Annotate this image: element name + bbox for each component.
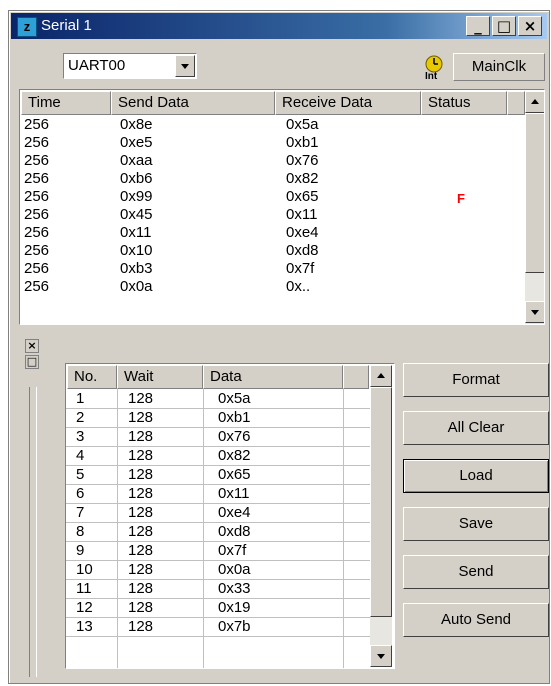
table-row[interactable]: 4 128 0x82 (66, 447, 370, 466)
table-row[interactable]: 5 128 0x65 (66, 466, 370, 485)
log-header-receive[interactable]: Receive Data (275, 91, 421, 115)
table-header-filler (343, 365, 369, 389)
serial-log-list[interactable]: Time Send Data Receive Data Status 256 0x… (19, 89, 545, 325)
table-scrollbar[interactable] (370, 365, 392, 667)
table-header-wait[interactable]: Wait (117, 365, 203, 389)
app-z-icon: z (17, 17, 37, 37)
log-row[interactable]: 256 0x10 0xd8 (24, 242, 524, 260)
table-scroll-down-button[interactable] (370, 645, 392, 667)
log-row[interactable]: 256 0x99 0x65 F (24, 188, 524, 206)
log-header-filler (507, 91, 525, 115)
load-button[interactable]: Load (403, 459, 549, 493)
maximize-button[interactable]: □ (492, 16, 516, 36)
table-row[interactable]: 11 128 0x33 (66, 580, 370, 599)
table-row[interactable]: 13 128 0x7b (66, 618, 370, 637)
clock-icon[interactable]: Int (423, 55, 445, 83)
log-row[interactable]: 256 0x0a 0x.. (24, 278, 524, 296)
log-row[interactable]: 256 0x11 0xe4 (24, 224, 524, 242)
scroll-down-icon (531, 310, 539, 315)
dropdown-button[interactable] (175, 55, 195, 77)
log-row[interactable]: 256 0x45 0x11 (24, 206, 524, 224)
scroll-down-button[interactable] (525, 301, 544, 323)
auto-send-button[interactable]: Auto Send (403, 603, 549, 637)
toolbar: UART00 Int MainClk (11, 41, 547, 85)
send-data-table[interactable]: No. Wait Data 1 128 0x5a 2 128 0xb1 3 128 0x76… (65, 363, 395, 669)
table-row[interactable]: 1 128 0x5a (66, 390, 370, 409)
table-row[interactable]: 7 128 0xe4 (66, 504, 370, 523)
log-header-status[interactable]: Status (421, 91, 507, 115)
port-select[interactable]: UART00 (63, 53, 197, 79)
table-row[interactable]: 3 128 0x76 (66, 428, 370, 447)
scroll-up-icon (531, 99, 539, 104)
minimize-button[interactable]: _ (466, 16, 490, 36)
scroll-up-icon (377, 373, 385, 378)
serial-window: z Serial 1 _ □ × UART00 Int MainClk Time… (8, 10, 550, 684)
clock-source-label: Int (425, 71, 438, 82)
send-button[interactable]: Send (403, 555, 549, 589)
send-panel: × □ No. Wait Data 1 128 0x5a 2 128 0xb1 3 128… (19, 329, 549, 681)
table-header-data[interactable]: Data (203, 365, 343, 389)
save-button[interactable]: Save (403, 507, 549, 541)
all-clear-button[interactable]: All Clear (403, 411, 549, 445)
log-row[interactable]: 256 0x8e 0x5a (24, 116, 524, 134)
log-scrollbar[interactable] (525, 91, 544, 324)
panel-close-button[interactable]: × (25, 339, 39, 353)
table-row[interactable]: 10 128 0x0a (66, 561, 370, 580)
panel-restore-button[interactable]: □ (25, 355, 39, 369)
log-header-time[interactable]: Time (21, 91, 111, 115)
table-row[interactable]: 8 128 0xd8 (66, 523, 370, 542)
main-clock-button[interactable]: MainClk (453, 53, 545, 81)
close-button[interactable]: × (518, 16, 542, 36)
scroll-down-icon (377, 654, 385, 659)
panel-splitter[interactable] (29, 387, 37, 677)
scroll-up-button[interactable] (525, 91, 544, 113)
port-select-value: UART00 (68, 57, 126, 74)
format-button[interactable]: Format (403, 363, 549, 397)
table-header-no[interactable]: No. (67, 365, 117, 389)
table-row[interactable]: 6 128 0x11 (66, 485, 370, 504)
title-bar[interactable]: z Serial 1 _ □ × (11, 13, 547, 39)
log-rows: 256 0x8e 0x5a 256 0xe5 0xb1 256 0xaa 0x76 256 0… (24, 116, 524, 296)
log-row[interactable]: 256 0xe5 0xb1 (24, 134, 524, 152)
log-row[interactable]: 256 0xaa 0x76 (24, 152, 524, 170)
dropdown-arrow-icon (181, 64, 189, 69)
log-row[interactable]: 256 0xb3 0x7f (24, 260, 524, 278)
log-row[interactable]: 256 0xb6 0x82 (24, 170, 524, 188)
scroll-thumb[interactable] (525, 113, 544, 273)
table-scroll-thumb[interactable] (370, 387, 392, 617)
table-scroll-up-button[interactable] (370, 365, 392, 387)
table-row[interactable]: 2 128 0xb1 (66, 409, 370, 428)
table-row[interactable]: 9 128 0x7f (66, 542, 370, 561)
log-header-send[interactable]: Send Data (111, 91, 275, 115)
window-title: Serial 1 (41, 17, 92, 34)
table-row[interactable]: 12 128 0x19 (66, 599, 370, 618)
